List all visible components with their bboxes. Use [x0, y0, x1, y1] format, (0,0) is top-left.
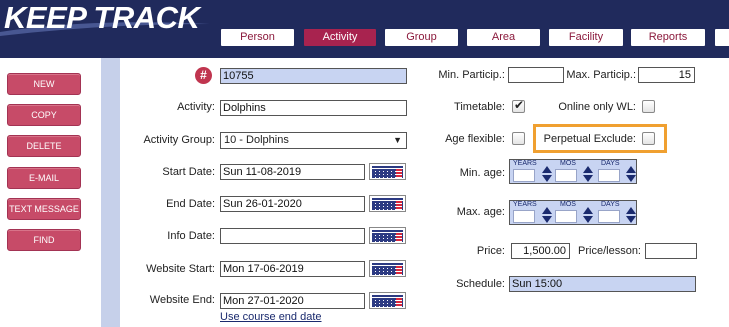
- calendar-icon[interactable]: [369, 260, 406, 277]
- activity-group-value: 10 - Dolphins: [224, 134, 289, 146]
- activity-id-field[interactable]: 10755: [220, 68, 407, 84]
- tab-more[interactable]: [715, 29, 729, 46]
- max-particip-field[interactable]: 15: [638, 67, 695, 83]
- end-date-field[interactable]: Sun 26-01-2020: [220, 196, 365, 212]
- activity-label: Activity:: [177, 101, 215, 113]
- delete-button[interactable]: DELETE: [7, 135, 81, 157]
- calendar-icon[interactable]: [369, 292, 406, 309]
- id-hash-icon: #: [195, 67, 212, 84]
- years-spinner-icon[interactable]: [541, 166, 552, 184]
- days-header: DAYS: [601, 160, 620, 167]
- new-button[interactable]: NEW: [7, 73, 81, 95]
- days-spinner-icon[interactable]: [625, 166, 636, 184]
- calendar-icon[interactable]: [369, 227, 406, 244]
- calendar-icon[interactable]: [369, 195, 406, 212]
- use-course-end-date-link[interactable]: Use course end date: [220, 311, 322, 323]
- max-age-picker: YEARS MOS DAYS: [509, 200, 637, 225]
- calendar-icon[interactable]: [369, 163, 406, 180]
- months-header: MOS: [560, 201, 576, 208]
- days-spinner-icon[interactable]: [625, 207, 636, 225]
- perpetual-exclude-checkbox[interactable]: [642, 132, 655, 145]
- age-flexible-checkbox[interactable]: [512, 132, 525, 145]
- website-end-field[interactable]: Mon 27-01-2020: [220, 293, 365, 309]
- email-button[interactable]: E-MAIL: [7, 167, 81, 189]
- start-date-label: Start Date:: [162, 166, 215, 178]
- find-button[interactable]: FIND: [7, 229, 81, 251]
- website-start-label: Website Start:: [146, 263, 215, 275]
- min-age-label: Min. age:: [459, 167, 505, 179]
- top-header: KEEP TRACK Person Activity Group Area Fa…: [0, 0, 729, 58]
- max-age-months-field[interactable]: [555, 210, 577, 223]
- max-particip-label: Max. Particip.:: [566, 69, 636, 81]
- copy-button[interactable]: COPY: [7, 104, 81, 126]
- timetable-checkbox[interactable]: [512, 98, 525, 113]
- years-header: YEARS: [513, 201, 537, 208]
- end-date-label: End Date:: [166, 198, 215, 210]
- perpetual-exclude-label: Perpetual Exclude:: [543, 133, 636, 145]
- sidebar: NEW COPY DELETE E-MAIL TEXT MESSAGE FIND: [0, 58, 101, 327]
- price-per-lesson-field[interactable]: [645, 243, 697, 259]
- tab-reports[interactable]: Reports: [631, 29, 705, 46]
- tab-area[interactable]: Area: [467, 29, 540, 46]
- months-spinner-icon[interactable]: [582, 207, 593, 225]
- info-date-label: Info Date:: [167, 230, 215, 242]
- activity-group-select[interactable]: 10 - Dolphins ▼: [220, 132, 407, 149]
- sidebar-divider: [101, 58, 120, 327]
- max-age-days-field[interactable]: [598, 210, 620, 223]
- online-only-wl-checkbox[interactable]: [642, 100, 655, 113]
- min-age-picker: YEARS MOS DAYS: [509, 159, 637, 184]
- tab-person[interactable]: Person: [221, 29, 294, 46]
- online-only-wl-label: Online only WL:: [558, 101, 636, 113]
- tab-activity[interactable]: Activity: [304, 29, 376, 46]
- price-per-lesson-label: Price/lesson:: [578, 245, 641, 257]
- age-flexible-label: Age flexible:: [445, 133, 505, 145]
- max-age-years-field[interactable]: [513, 210, 535, 223]
- min-age-years-field[interactable]: [513, 169, 535, 182]
- website-end-label: Website End:: [149, 294, 215, 306]
- months-header: MOS: [560, 160, 576, 167]
- chevron-down-icon: ▼: [393, 135, 402, 145]
- start-date-field[interactable]: Sun 11-08-2019: [220, 164, 365, 180]
- price-field[interactable]: 1,500.00: [511, 243, 570, 259]
- months-spinner-icon[interactable]: [582, 166, 593, 184]
- min-age-months-field[interactable]: [555, 169, 577, 182]
- info-date-field[interactable]: [220, 228, 365, 244]
- timetable-label: Timetable:: [454, 101, 505, 113]
- years-header: YEARS: [513, 160, 537, 167]
- tab-group[interactable]: Group: [385, 29, 458, 46]
- days-header: DAYS: [601, 201, 620, 208]
- activity-name-field[interactable]: Dolphins: [220, 100, 407, 116]
- schedule-field[interactable]: Sun 15:00: [509, 276, 696, 292]
- price-label: Price:: [476, 245, 505, 257]
- tab-facility[interactable]: Facility: [549, 29, 623, 46]
- years-spinner-icon[interactable]: [541, 207, 552, 225]
- text-message-button[interactable]: TEXT MESSAGE: [7, 198, 81, 220]
- schedule-label: Schedule:: [456, 278, 505, 290]
- activity-group-label: Activity Group:: [143, 134, 215, 146]
- min-particip-label: Min. Particip.:: [438, 69, 505, 81]
- app-logo[interactable]: KEEP TRACK: [4, 0, 200, 36]
- max-age-label: Max. age:: [456, 206, 505, 218]
- min-age-days-field[interactable]: [598, 169, 620, 182]
- min-particip-field[interactable]: [508, 67, 564, 83]
- website-start-field[interactable]: Mon 17-06-2019: [220, 261, 365, 277]
